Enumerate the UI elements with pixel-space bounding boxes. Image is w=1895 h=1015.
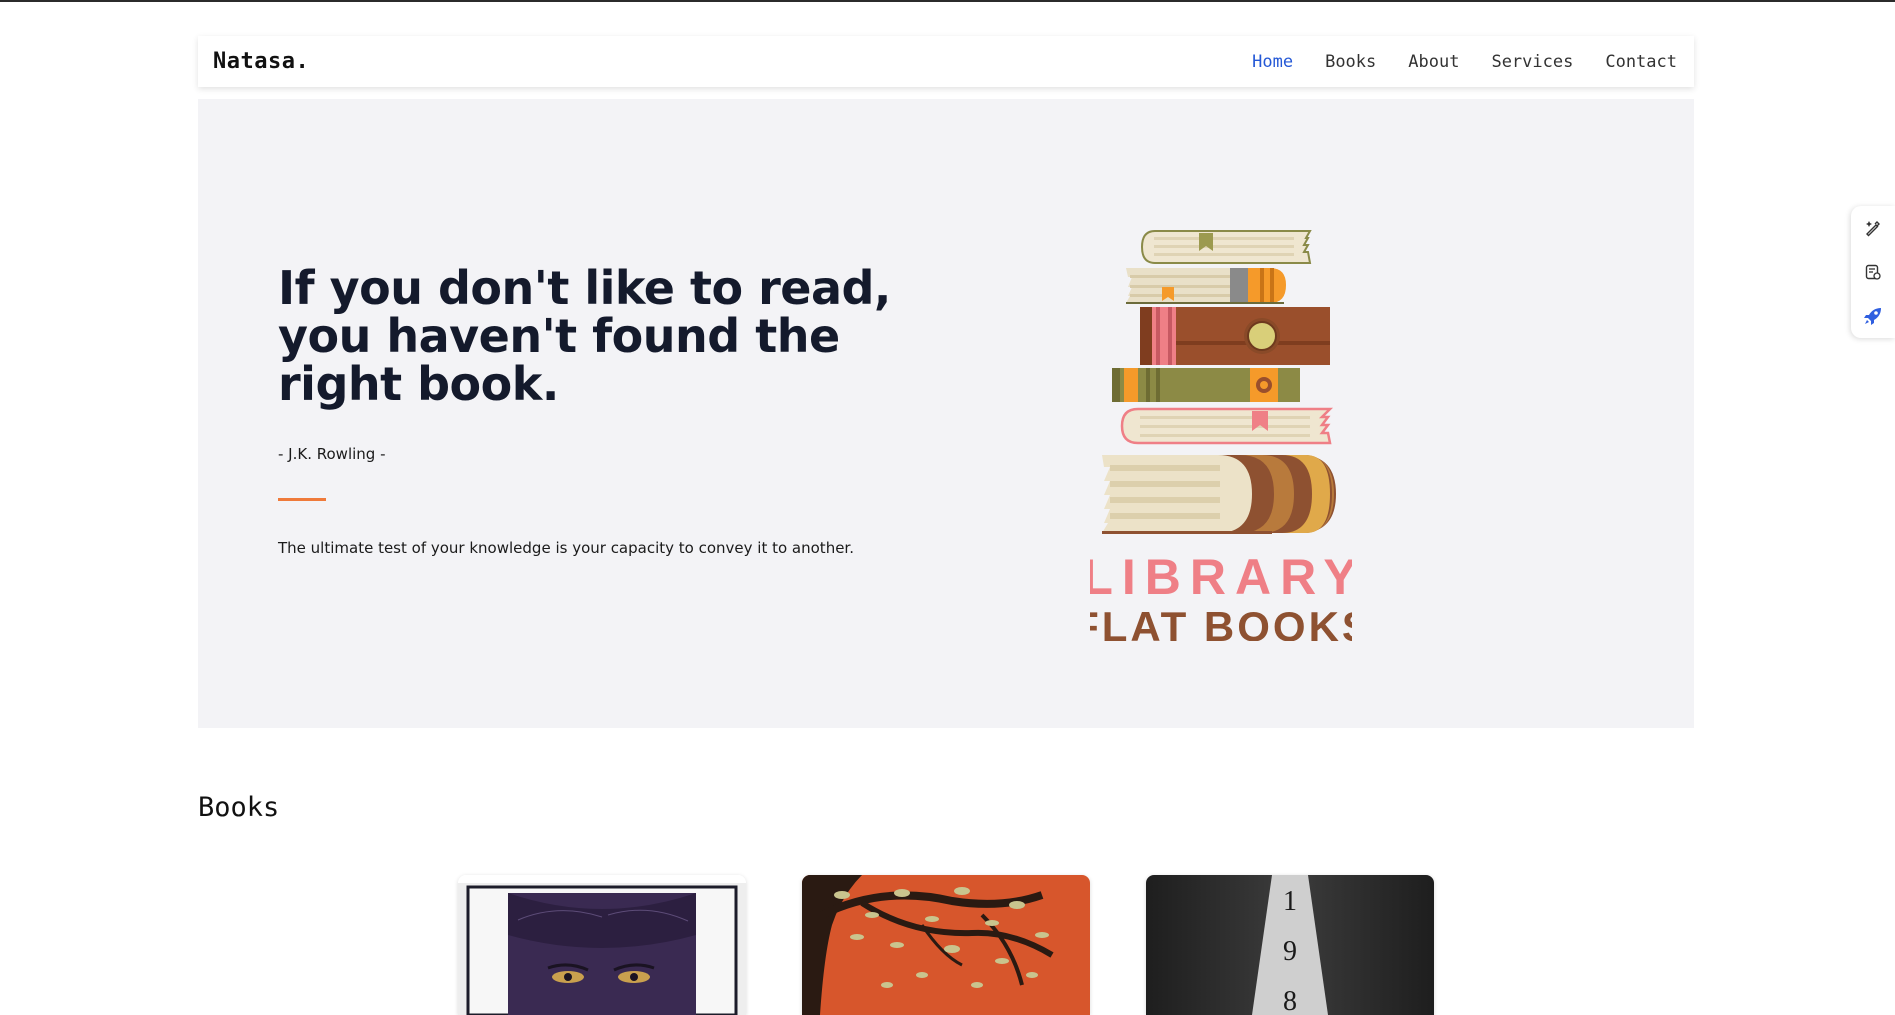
document-settings-button[interactable] [1860,259,1886,285]
library-logo-text: LIBRARY [1090,549,1352,605]
nav-services-link[interactable]: Services [1491,52,1573,72]
dark-spotlight-cover: 1 9 8 [1146,875,1434,1015]
cover-digit-2: 9 [1283,936,1297,967]
flat-books-logo-text: FLAT BOOKS [1090,603,1352,641]
hero-quote: If you don't like to read, you haven't f… [278,264,898,408]
book-card-2[interactable] [802,875,1090,1015]
main-nav: Home Books About Services Contact [1252,52,1677,72]
book-card-3[interactable]: 1 9 8 [1146,875,1434,1015]
books-section-title: Books [198,792,280,823]
cover-digit-1: 1 [1283,886,1297,917]
nav-home-link[interactable]: Home [1252,52,1293,72]
orange-tree-cover [802,875,1090,1015]
floating-toolbar [1851,206,1895,338]
hero-tagline: The ultimate test of your knowledge is y… [278,539,854,557]
hero-section: If you don't like to read, you haven't f… [198,99,1694,728]
accent-divider [278,498,326,501]
book-card-1[interactable] [458,875,746,1015]
document-settings-icon [1865,264,1881,280]
quote-line-1: If you don't like to read, [278,261,891,315]
cover-digit-3: 8 [1283,986,1297,1015]
top-navbar: Natasa. Home Books About Services Contac… [198,36,1694,87]
quote-author: - J.K. Rowling - [278,445,386,463]
magic-pen-icon [1866,221,1880,237]
brand-logo[interactable]: Natasa. [213,49,309,74]
magic-pen-button[interactable] [1860,215,1886,241]
quote-line-3: right book. [278,357,559,411]
nav-about-link[interactable]: About [1408,52,1459,72]
nav-contact-link[interactable]: Contact [1605,52,1677,72]
book-stack-illustration [1102,230,1336,534]
rocket-button[interactable] [1860,303,1886,329]
purple-eyes-cover [458,875,746,1015]
quote-line-2: you haven't found the [278,309,840,363]
library-books-illustration: LIBRARY FLAT BOOKS [1090,230,1352,641]
rocket-icon [1864,308,1881,325]
nav-books-link[interactable]: Books [1325,52,1376,72]
